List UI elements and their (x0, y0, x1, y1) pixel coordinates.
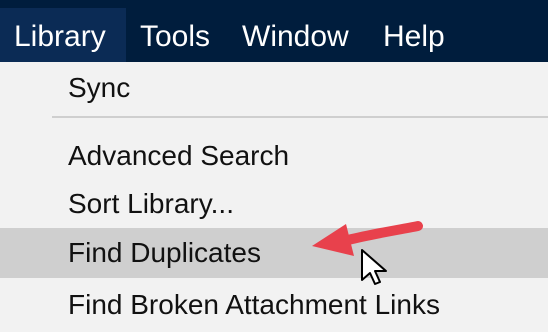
menu-item-sync[interactable]: Sync (0, 62, 548, 114)
menu-separator (52, 116, 548, 118)
mouse-cursor-icon (361, 249, 387, 285)
menu-item-find-duplicates[interactable]: Find Duplicates (0, 228, 548, 278)
menu-tools[interactable]: Tools (140, 8, 210, 62)
menu-library[interactable]: Library (0, 8, 126, 62)
menu-item-find-broken-attachment-links[interactable]: Find Broken Attachment Links (0, 280, 548, 330)
menu-item-advanced-search[interactable]: Advanced Search (0, 132, 548, 180)
menu-item-sort-library[interactable]: Sort Library... (0, 180, 548, 228)
menu-help[interactable]: Help (383, 8, 445, 62)
menu-bar: Library Tools Window Help (0, 0, 548, 62)
library-dropdown-menu: Sync Advanced Search Sort Library... Fin… (0, 62, 548, 332)
menu-window[interactable]: Window (242, 8, 349, 62)
